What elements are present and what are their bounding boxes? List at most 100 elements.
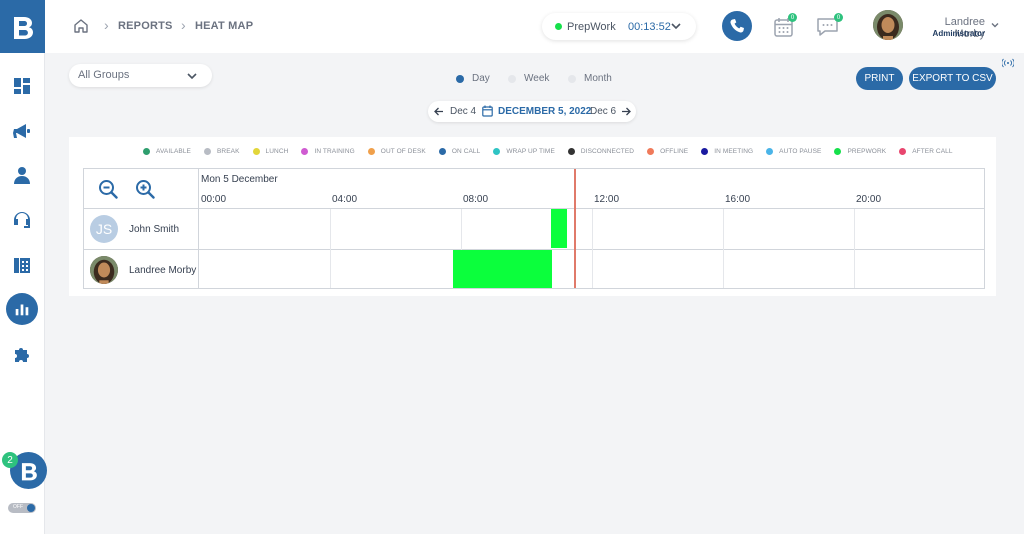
next-date[interactable]: Dec 6 [590, 106, 616, 117]
group-select-value: All Groups [78, 69, 130, 81]
phonebook-icon[interactable] [8, 251, 36, 279]
dashboard-icon[interactable] [8, 72, 36, 100]
broadcast-icon [1002, 58, 1014, 68]
prev-date[interactable]: Dec 4 [450, 106, 476, 117]
chat-button[interactable]: 0 [816, 13, 843, 38]
breadcrumb-reports[interactable]: REPORTS [118, 20, 173, 32]
view-month-radio[interactable]: Month [568, 73, 612, 84]
legend-swatch [647, 148, 655, 155]
legend-label: WRAP UP TIME [506, 148, 555, 155]
reports-icon[interactable] [6, 293, 38, 325]
chevron-down-icon [671, 23, 681, 30]
agent-status-selector[interactable]: PrepWork 00:13:52 [542, 13, 696, 40]
agent-column: JS John Smith Landree Morby [84, 169, 199, 288]
group-select[interactable]: All Groups [69, 64, 212, 87]
heatmap-panel: AVAILABLE BREAK LUNCH IN TRAINING OUT OF DES… [69, 137, 996, 296]
top-header: › REPORTS › HEAT MAP PrepWork 00:13:52 0… [45, 0, 1024, 53]
legend-swatch [701, 148, 709, 155]
status-legend: AVAILABLE BREAK LUNCH IN TRAINING OUT OF DES… [143, 148, 966, 155]
legend-label: AFTER CALL [912, 148, 953, 155]
user-photo-icon [873, 10, 903, 40]
heatmap-grid: JS John Smith Landree Morby Mon 5 Decemb… [83, 168, 985, 289]
legend-swatch [252, 148, 260, 155]
legend-label: BREAK [216, 148, 240, 155]
chevron-down-icon[interactable] [990, 20, 1000, 30]
grid-line [723, 209, 724, 288]
legend-label: IN TRAINING [314, 148, 355, 155]
calendar-icon[interactable] [482, 105, 493, 117]
date-navigator: Dec 4 DECEMBER 5, 2022 Dec 6 [428, 101, 636, 122]
radio-label: Month [584, 73, 612, 84]
user-role: Administrator [932, 29, 985, 38]
radio-dot [568, 74, 576, 83]
view-day-radio[interactable]: Day [456, 73, 490, 84]
availability-toggle[interactable]: OFF [8, 503, 36, 513]
calendar-button[interactable]: 0 [773, 13, 797, 38]
puzzle-icon[interactable] [8, 340, 36, 368]
legend-swatch [143, 148, 150, 155]
legend-label: DISCONNECTED [580, 148, 635, 155]
agent-row-john-smith[interactable]: JS John Smith [84, 209, 199, 249]
legend-item: BREAK [203, 148, 240, 155]
toggle-label: OFF [13, 504, 23, 510]
megaphone-icon[interactable] [8, 117, 36, 145]
prepwork-segment[interactable] [453, 250, 552, 288]
agent-avatar: JS [90, 215, 118, 243]
radio-dot [456, 74, 464, 83]
export-csv-button[interactable]: EXPORT TO CSV [909, 67, 996, 90]
legend-item: ON CALL [438, 148, 481, 155]
view-week-radio[interactable]: Week [508, 73, 549, 84]
agent-avatar [90, 256, 118, 284]
arrow-left-icon[interactable] [434, 107, 444, 116]
header-divider [84, 208, 984, 209]
legend-item: OUT OF DESK [367, 148, 426, 155]
breadcrumb-chevron-icon: › [181, 17, 186, 33]
legend-label: LUNCH [265, 148, 289, 155]
current-time-indicator [574, 169, 576, 288]
grid-line [330, 209, 331, 288]
agent-row-landree-morby[interactable]: Landree Morby [84, 250, 199, 290]
legend-label: OUT OF DESK [380, 148, 426, 155]
home-icon[interactable] [72, 17, 90, 35]
hour-label: 20:00 [856, 194, 882, 205]
chevron-down-icon [187, 73, 197, 80]
legend-swatch [766, 148, 774, 155]
legend-label: IN MEETING [714, 148, 754, 155]
grid-line [592, 209, 593, 288]
app-logo[interactable] [0, 0, 45, 53]
breadcrumb-chevron-icon: › [104, 17, 109, 33]
sidebar: 2 OFF [0, 0, 47, 534]
agent-name: Landree Morby [129, 264, 197, 276]
legend-item: DISCONNECTED [567, 148, 635, 155]
headset-icon[interactable] [8, 206, 36, 234]
toggle-knob [27, 504, 35, 512]
status-label: PrepWork [567, 21, 616, 33]
agent-icon[interactable] [8, 161, 36, 189]
timeline-date: Mon 5 December [201, 174, 278, 185]
legend-item: IN TRAINING [301, 148, 355, 155]
calendar-badge: 0 [788, 13, 797, 22]
print-button[interactable]: PRINT [856, 67, 903, 90]
prepwork-segment[interactable] [551, 209, 567, 248]
user-avatar[interactable] [873, 10, 903, 40]
radio-label: Week [524, 73, 550, 84]
phone-button[interactable] [722, 11, 752, 41]
legend-swatch [301, 148, 309, 155]
hour-label: 12:00 [594, 194, 620, 205]
legend-swatch [438, 148, 446, 155]
legend-swatch [899, 148, 907, 155]
legend-swatch [203, 148, 211, 155]
zoom-in-icon[interactable] [135, 179, 155, 199]
arrow-right-icon[interactable] [621, 107, 631, 116]
radio-dot [508, 74, 516, 83]
zoom-out-icon[interactable] [98, 179, 118, 199]
legend-item: AVAILABLE [143, 148, 191, 155]
legend-label: AVAILABLE [156, 148, 191, 155]
current-date[interactable]: DECEMBER 5, 2022 [498, 106, 591, 117]
breadcrumb-heat-map: HEAT MAP [195, 20, 254, 32]
logo-icon [13, 16, 33, 39]
legend-item: OFFLINE [647, 148, 688, 155]
legend-swatch [493, 148, 501, 155]
legend-swatch [834, 148, 842, 155]
phone-icon [730, 19, 744, 33]
